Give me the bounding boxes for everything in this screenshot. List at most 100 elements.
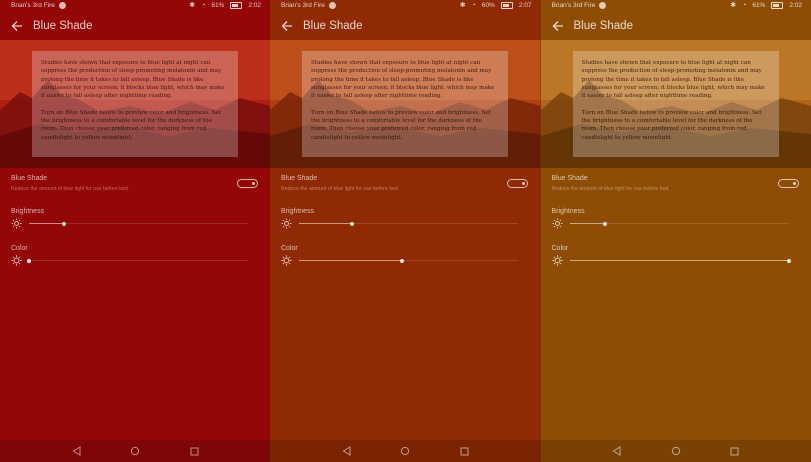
blue-shade-toggle[interactable] [237,179,258,188]
color-slider[interactable] [27,258,248,263]
info-card: Studies have shown that exposure to blue… [302,51,508,157]
sun-icon [552,218,563,229]
toggle-knob [522,182,525,185]
blue-shade-toggle[interactable] [507,179,528,188]
app-bar: Blue Shade [0,11,270,40]
device-name: Brian's 3rd Fire [11,2,55,9]
page-title: Blue Shade [33,19,93,32]
battery-icon [771,2,784,9]
color-slider[interactable] [299,258,518,263]
status-time: 2:02 [789,2,802,9]
brightness-title: Brightness [281,208,315,215]
screen-panel-orange: Brian's 3rd Fire ✱ ◔ 60% 2:07 Blue Shade… [270,0,541,462]
nav-back-icon[interactable] [611,445,623,457]
toggle-knob [252,182,255,185]
status-icons: ✱ ◔ 60% 2:07 [460,2,532,9]
nav-back-icon[interactable] [340,445,352,457]
nav-home-icon[interactable] [399,445,411,457]
nav-bar [0,440,270,462]
app-bar: Blue Shade [270,11,541,40]
toggle-knob [792,182,796,185]
nav-home-icon[interactable] [129,445,141,457]
nav-recents-icon[interactable] [729,445,741,457]
battery-icon [230,2,243,9]
page-title: Blue Shade [303,19,363,32]
color-title: Color [551,245,569,252]
blue-shade-subtitle: Reduce the amount of blue light for use … [11,186,130,192]
bluetooth-icon: ✱ [189,2,196,9]
slider-fill [299,223,352,224]
sun-icon [281,218,292,229]
back-arrow-icon[interactable] [551,19,565,33]
blue-shade-subtitle: Reduce the amount of blue light for use … [551,186,670,192]
slider-track [29,260,248,261]
color-dial-icon [281,255,292,266]
nav-recents-icon[interactable] [458,445,470,457]
slider-thumb[interactable] [399,258,404,263]
info-paragraph-1: Studies have shown that exposure to blue… [581,60,765,100]
notification-badge [58,2,66,9]
page-title: Blue Shade [573,19,633,32]
wifi-icon: ◔ [742,2,747,9]
brightness-slider[interactable] [569,221,789,226]
nav-bar [540,440,811,462]
battery-icon [500,2,513,9]
battery-percent: 61% [752,2,766,9]
status-bar: Brian's 3rd Fire ✱ ◔ 61% 2:02 [541,0,811,11]
nav-home-icon[interactable] [670,445,682,457]
battery-percent: 60% [481,2,495,9]
slider-fill [299,260,402,261]
blue-shade-toggle[interactable] [777,179,799,188]
info-paragraph-2: Turn on Blue Shade below to preview colo… [581,109,762,141]
wifi-icon: ◔ [471,2,476,9]
device-name: Brian's 3rd Fire [551,2,596,9]
brightness-title: Brightness [551,208,585,215]
slider-thumb[interactable] [786,258,791,263]
brightness-title: Brightness [11,208,45,215]
app-bar: Blue Shade [541,11,811,40]
status-bar: Brian's 3rd Fire ✱ ◔ 60% 2:07 [270,0,541,11]
bluetooth-icon: ✱ [459,2,466,9]
info-card: Studies have shown that exposure to blue… [572,51,779,157]
slider-thumb[interactable] [602,221,607,226]
brightness-slider[interactable] [299,221,518,226]
battery-percent: 61% [211,2,225,9]
screen-panel-amber: Brian's 3rd Fire ✱ ◔ 61% 2:02 Blue Shade… [540,0,811,462]
nav-recents-icon[interactable] [188,445,200,457]
back-arrow-icon[interactable] [10,19,24,33]
notification-badge [599,2,607,9]
slider-thumb[interactable] [349,221,354,226]
device-name: Brian's 3rd Fire [281,2,325,9]
color-dial-icon [11,255,22,266]
blue-shade-title: Blue Shade [281,175,318,182]
color-dial-icon [551,255,563,266]
info-paragraph-2: Turn on Blue Shade below to preview colo… [41,109,222,141]
color-title: Color [281,245,298,252]
blue-shade-subtitle: Reduce the amount of blue light for use … [281,186,400,192]
sun-icon [11,218,22,229]
blue-shade-title: Blue Shade [551,175,588,182]
info-card: Studies have shown that exposure to blue… [32,51,238,157]
info-paragraph-2: Turn on Blue Shade below to preview colo… [311,109,492,141]
info-paragraph-1: Studies have shown that exposure to blue… [311,60,495,100]
screen-panel-red: Brian's 3rd Fire ✱ ◔ 61% 2:02 Blue Shade… [0,0,270,462]
slider-fill [569,260,789,261]
nav-bar [270,440,541,462]
notification-badge [328,2,336,9]
back-arrow-icon[interactable] [280,19,294,33]
slider-fill [569,223,605,224]
brightness-slider[interactable] [29,221,248,226]
nav-back-icon[interactable] [70,445,82,457]
status-bar: Brian's 3rd Fire ✱ ◔ 61% 2:02 [0,0,270,11]
slider-fill [29,223,65,224]
wifi-icon: ◔ [201,2,206,9]
color-title: Color [11,245,28,252]
slider-thumb[interactable] [62,221,67,226]
slider-thumb[interactable] [27,258,31,263]
bluetooth-icon: ✱ [730,2,737,9]
status-time: 2:02 [248,2,261,9]
status-icons: ✱ ◔ 61% 2:02 [189,2,261,9]
screens-row: Brian's 3rd Fire ✱ ◔ 61% 2:02 Blue Shade… [0,0,811,462]
color-slider[interactable] [569,258,791,263]
status-icons: ✱ ◔ 61% 2:02 [730,2,802,9]
